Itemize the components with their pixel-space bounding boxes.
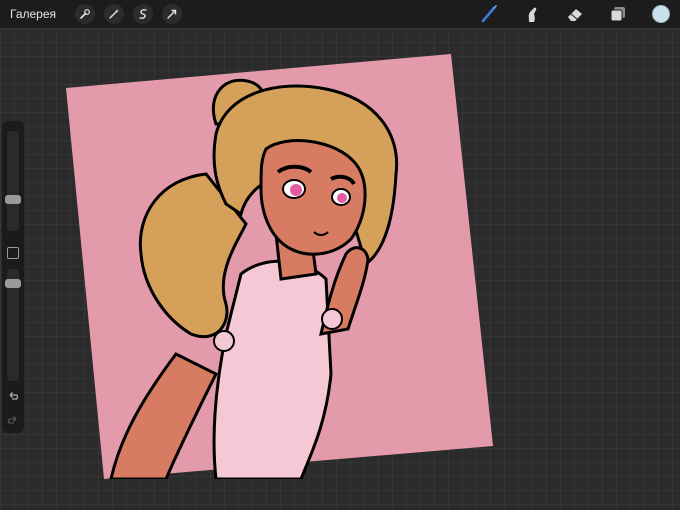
brush-size-handle[interactable]: [5, 194, 21, 204]
smudge-icon: [528, 7, 537, 23]
redo-icon[interactable]: [6, 413, 20, 427]
painting-tools: [457, 0, 672, 28]
undo-icon[interactable]: [6, 389, 20, 403]
top-toolbar: Галерея: [0, 0, 680, 28]
right-iris: [337, 193, 347, 203]
layers-button[interactable]: [607, 3, 629, 25]
eraser-icon: [568, 9, 582, 21]
scrunchie-right: [321, 308, 343, 330]
left-iris: [290, 184, 302, 196]
drawing-canvas[interactable]: [66, 54, 496, 481]
brush-button[interactable]: [478, 3, 500, 25]
adjustments-button[interactable]: [104, 4, 125, 24]
brush-icon: [481, 5, 497, 23]
left-sidebar: [2, 121, 24, 433]
scrunchie-left: [213, 330, 235, 352]
modify-button[interactable]: [7, 247, 19, 259]
layers-icon: [610, 7, 625, 22]
color-button[interactable]: [650, 3, 672, 25]
eraser-button[interactable]: [564, 3, 586, 25]
gallery-button[interactable]: Галерея: [10, 7, 56, 21]
selection-button[interactable]: [133, 4, 154, 24]
magic-wand-icon: [109, 9, 120, 19]
opacity-handle[interactable]: [5, 279, 21, 289]
wrench-icon: [80, 9, 90, 19]
selection-icon: [139, 9, 147, 19]
transform-button[interactable]: [162, 4, 183, 24]
current-color-swatch: [652, 5, 670, 23]
transform-icon: [167, 9, 177, 19]
artwork: [66, 54, 493, 481]
smudge-button[interactable]: [521, 3, 543, 25]
actions-button[interactable]: [75, 4, 96, 24]
brush-size-slider[interactable]: [7, 131, 19, 231]
